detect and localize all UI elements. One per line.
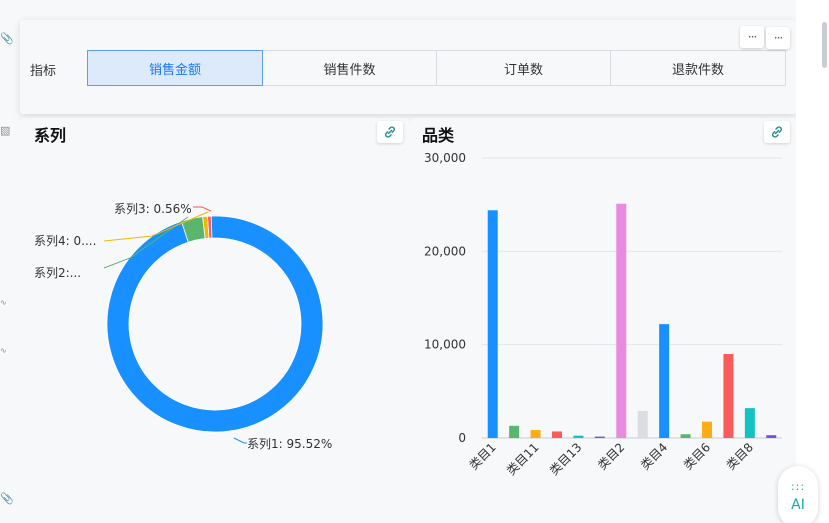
bar-11[interactable]: [702, 421, 712, 438]
x-tick-label: 类目4: [638, 440, 670, 472]
pie-slice-1[interactable]: [106, 215, 324, 433]
filter-label: 指标: [30, 64, 57, 79]
category-bar-chart: 0 10,000 20,000 30,000 类目1 类目11 类目13 类目2 类目4 类目6 类…: [424, 151, 782, 478]
x-tick-label: 类目11: [504, 440, 542, 478]
pie-label-line-3: [193, 206, 212, 212]
bar-3[interactable]: [530, 430, 541, 438]
y-tick-label: 0: [458, 431, 466, 445]
x-tick-label: 类目8: [724, 440, 756, 472]
tool-icon: ▧: [0, 124, 11, 137]
right-edge-strip: [796, 0, 829, 523]
handle-icon-2: ∿: [0, 346, 7, 355]
x-tick-label: 类目2: [595, 440, 627, 472]
metric-option-order-count[interactable]: 订单数: [436, 50, 611, 86]
series-donut-chart: 系列1: 95.52% 系列2:... 系列3: 0.56% 系列4: 0....: [34, 202, 332, 451]
pie-label-4: 系列4: 0....: [34, 234, 96, 248]
bar-13[interactable]: [744, 408, 755, 438]
x-tick-label: 类目1: [467, 440, 499, 472]
bar-8[interactable]: [637, 410, 648, 438]
bar-4[interactable]: [552, 431, 562, 438]
bottom-card-left: [22, 494, 408, 523]
y-tick-label: 10,000: [424, 338, 466, 352]
ai-dots-icon: :::: [790, 480, 806, 493]
bar-7[interactable]: [616, 203, 627, 438]
scrollbar[interactable]: [822, 22, 827, 68]
ai-assistant-button[interactable]: ::: AI: [778, 466, 818, 523]
left-edge-strip: 📎 ▧ ∿ ∿ 📎: [0, 0, 20, 523]
bar-12[interactable]: [723, 354, 734, 438]
pie-label-3: 系列3: 0.56%: [114, 202, 192, 216]
metric-filter-panel: 指标 销售金额 销售件数 订单数 退款件数 ···: [20, 20, 796, 114]
x-tick-label: 类目6: [681, 440, 713, 472]
bar-5[interactable]: [573, 435, 584, 438]
panel-more-options-button[interactable]: ···: [766, 27, 790, 49]
dashboard-canvas: 📎 ▧ ∿ ∿ 📎 指标 销售金额 销售件数 订单数 退款件数 ··· ··· …: [0, 0, 829, 523]
bar-1[interactable]: [487, 210, 498, 438]
pie-label-line-1: [233, 437, 247, 444]
y-tick-label: 30,000: [424, 151, 466, 165]
pie-label-1: 系列1: 95.52%: [247, 437, 332, 451]
ai-label: AI: [791, 497, 805, 513]
bar-9[interactable]: [659, 324, 670, 438]
more-options-button[interactable]: ···: [740, 26, 764, 48]
x-tick-label: 类目13: [547, 440, 585, 478]
pie-label-2: 系列2:...: [34, 266, 81, 280]
bar-6[interactable]: [594, 436, 605, 438]
bar-10[interactable]: [680, 434, 691, 438]
y-tick-label: 20,000: [424, 244, 466, 258]
clip-icon[interactable]: 📎: [0, 32, 14, 46]
metric-option-sales-amount[interactable]: 销售金额: [87, 50, 263, 86]
bottom-card-right: [412, 494, 794, 523]
clip-icon-2[interactable]: 📎: [0, 492, 14, 506]
bar-14[interactable]: [766, 435, 777, 438]
metric-option-refund-count[interactable]: 退款件数: [610, 50, 786, 86]
metric-option-sales-count[interactable]: 销售件数: [262, 50, 437, 86]
handle-icon: ∿: [0, 298, 7, 307]
bar-2[interactable]: [509, 425, 520, 438]
